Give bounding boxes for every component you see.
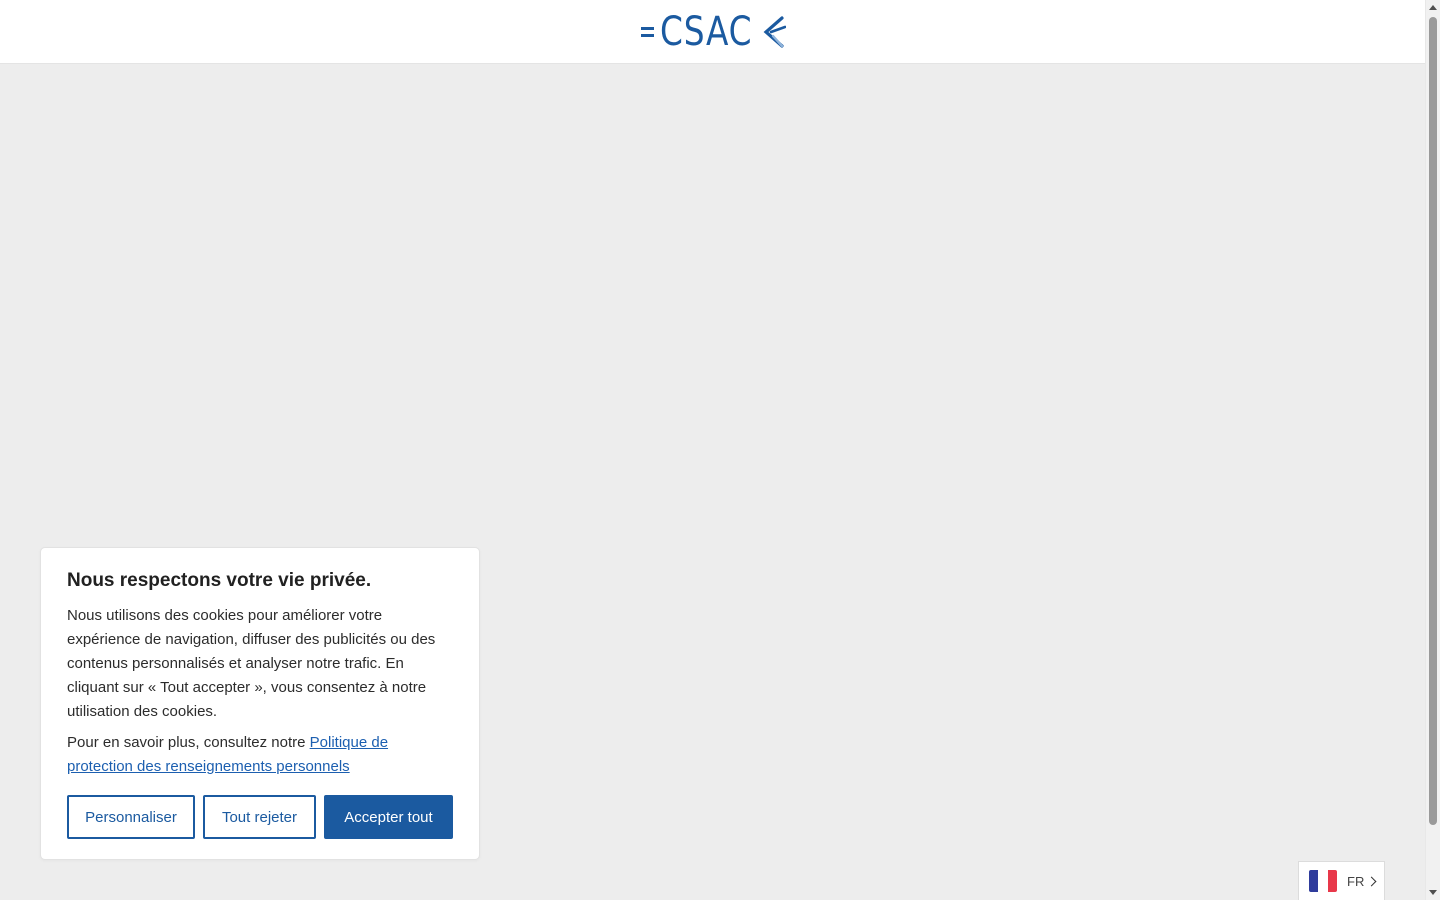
cookie-banner-description: Nous utilisons des cookies pour améliore… — [67, 607, 436, 720]
flag-stripe-white — [1318, 870, 1328, 892]
france-flag-icon — [1309, 870, 1337, 892]
cookie-banner-title: Nous respectons votre vie privée. — [67, 570, 372, 591]
more-info-prefix: Pour en savoir plus, consultez notre — [67, 734, 310, 751]
language-selector[interactable]: FR — [1298, 861, 1385, 900]
accept-all-button[interactable]: Accepter tout — [324, 795, 453, 839]
cookie-banner-more-info: Pour en savoir plus, consultez notre Pol… — [67, 731, 453, 779]
language-code: FR — [1347, 873, 1365, 889]
logo-arrows-icon — [763, 15, 787, 48]
chevron-right-icon — [1366, 876, 1377, 886]
reject-all-button[interactable]: Tout rejeter — [203, 795, 316, 839]
flag-stripe-red — [1327, 870, 1337, 892]
csac-logo[interactable]: CSAC — [639, 0, 787, 64]
logo-text: CSAC — [659, 8, 753, 55]
scrollbar-thumb[interactable] — [1429, 17, 1437, 825]
customize-button[interactable]: Personnaliser — [67, 795, 195, 839]
vertical-scrollbar[interactable] — [1425, 0, 1440, 900]
scroll-up-icon[interactable] — [1429, 5, 1437, 10]
cookie-button-row: Personnaliser Tout rejeter Accepter tout — [67, 795, 453, 839]
logo-speed-lines-icon — [640, 26, 654, 37]
flag-stripe-blue — [1309, 870, 1319, 892]
scroll-down-icon[interactable] — [1429, 890, 1437, 895]
cookie-consent-banner: Nous respectons votre vie privée. Nous u… — [40, 547, 480, 860]
site-header: CSAC — [0, 0, 1425, 64]
